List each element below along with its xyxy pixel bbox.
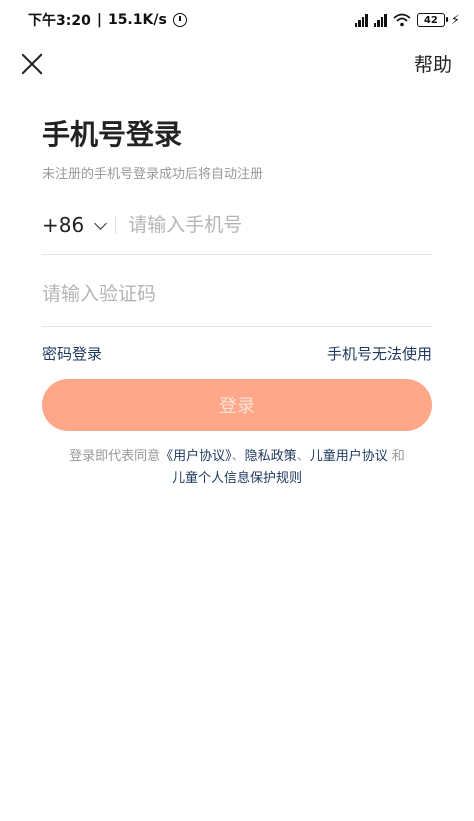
- alarm-icon: [172, 13, 187, 27]
- links-row: 密码登录 手机号无法使用: [42, 343, 432, 364]
- chevron-down-icon[interactable]: [94, 216, 108, 230]
- password-login-link[interactable]: 密码登录: [42, 343, 102, 364]
- agreement-prefix: 登录即代表同意: [69, 449, 161, 464]
- code-row: [42, 262, 432, 327]
- privacy-policy-link[interactable]: 隐私政策: [245, 449, 297, 464]
- status-right: 42 ⚡︎: [354, 12, 460, 28]
- page-title: 手机号登录: [42, 118, 183, 151]
- battery-icon: 42: [416, 13, 448, 27]
- divider: [115, 216, 117, 234]
- agreement-text: 登录即代表同意《用户协议》、隐私政策、儿童用户协议 和 儿童个人信息保护规则: [30, 446, 444, 490]
- wifi-icon: [393, 13, 411, 27]
- agreement-sep-2: 、: [296, 449, 310, 464]
- country-code-selector[interactable]: +86: [42, 213, 84, 237]
- help-button[interactable]: 帮助: [414, 50, 452, 77]
- close-icon[interactable]: [18, 50, 46, 78]
- status-time: 下午3:20: [28, 13, 91, 29]
- phone-input[interactable]: [128, 214, 389, 236]
- user-agreement-link[interactable]: 《用户协议》: [160, 449, 232, 464]
- charging-bolt-icon: ⚡︎: [450, 12, 460, 28]
- page-subtitle: 未注册的手机号登录成功后将自动注册: [42, 167, 264, 182]
- status-separator: |: [96, 12, 102, 28]
- child-user-agreement-link[interactable]: 儿童用户协议: [310, 449, 388, 464]
- signal-icon-2: [373, 13, 387, 27]
- verification-code-input[interactable]: [42, 283, 302, 305]
- battery-level: 42: [423, 14, 438, 26]
- agreement-sep-1: 、: [231, 449, 245, 464]
- login-button[interactable]: 登录: [42, 379, 432, 431]
- status-left: 下午3:20 | 15.1K/s: [28, 10, 187, 30]
- phone-row: +86: [42, 196, 432, 255]
- child-privacy-rules-link[interactable]: 儿童个人信息保护规则: [172, 471, 302, 486]
- signal-icon: [354, 13, 368, 27]
- status-net-speed: 15.1K/s: [107, 12, 167, 28]
- phone-unavailable-link[interactable]: 手机号无法使用: [327, 343, 432, 364]
- status-bar: 下午3:20 | 15.1K/s 42 ⚡︎: [0, 0, 474, 40]
- agreement-and: 和: [391, 449, 405, 464]
